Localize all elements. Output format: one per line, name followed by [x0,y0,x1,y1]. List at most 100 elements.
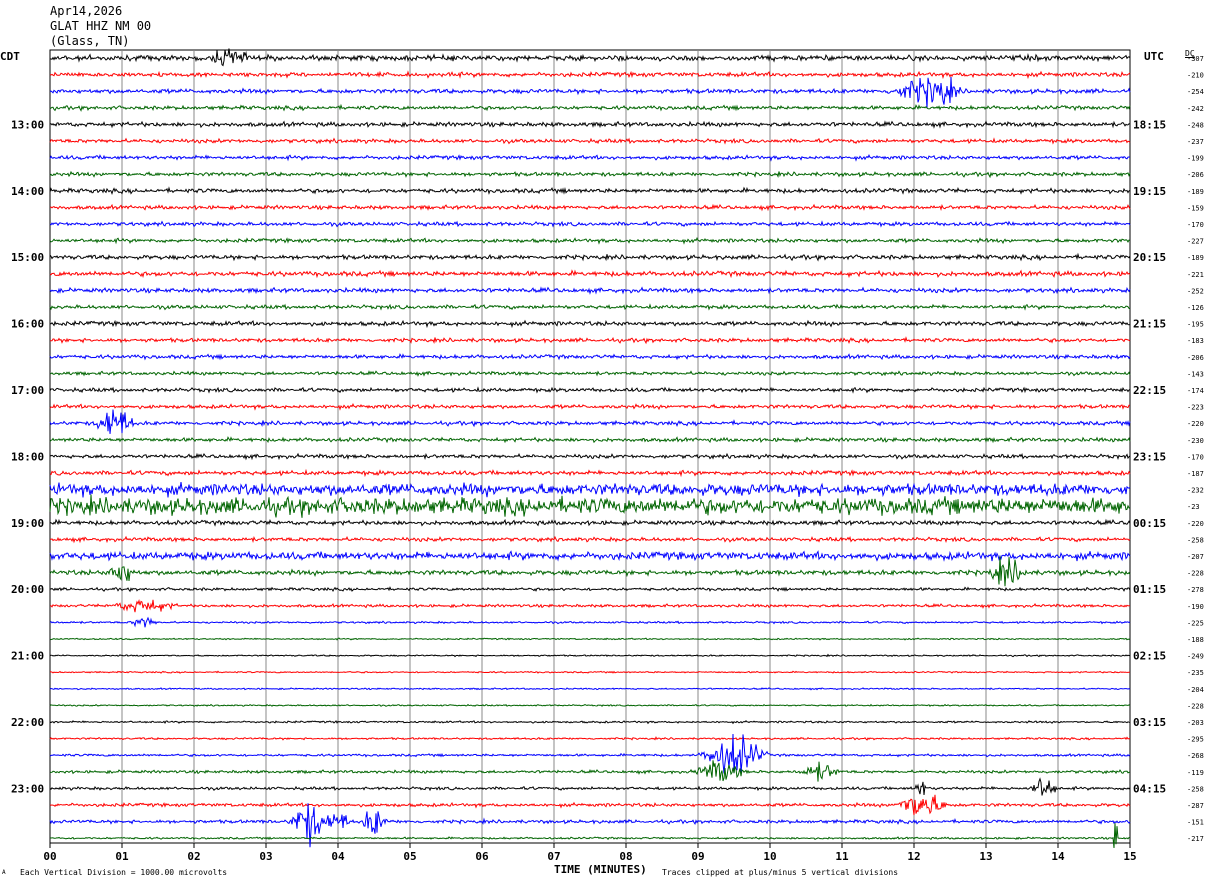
trace-line [49,777,1131,796]
dc-offset-label: -278 [1187,586,1204,594]
left-hour-label: 14:00 [11,185,44,198]
seismic-traces [49,48,1131,849]
dc-offset-label: -189 [1187,254,1204,262]
trace-line [49,48,1131,67]
dc-offset-label: -249 [1187,653,1204,661]
x-tick-label: 10 [763,850,776,863]
dc-offset-label: -187 [1187,470,1204,478]
trace-line [49,186,1131,195]
trace-line [49,653,1131,658]
dc-offset-label: -248 [1187,121,1204,129]
right-hour-label: 21:15 [1133,318,1166,331]
dc-offset-label: -174 [1187,387,1204,395]
trace-line [49,468,1131,478]
trace-line [49,733,1131,774]
dc-offset-label: -170 [1187,221,1204,229]
trace-line [49,703,1131,707]
right-hour-label: 20:15 [1133,251,1166,264]
dc-offset-label: -206 [1187,171,1204,179]
trace-line [49,220,1131,228]
left-hour-label: 17:00 [11,384,44,397]
left-hour-label: 20:00 [11,583,44,596]
dc-offset-label: -159 [1187,204,1204,212]
dc-offset-label: -232 [1187,487,1204,495]
dc-offset-label: -227 [1187,238,1204,246]
trace-line [49,803,1131,848]
x-tick-label: 00 [43,850,56,863]
dc-offset-label: -206 [1187,354,1204,362]
dc-offset-label: -225 [1187,619,1204,627]
trace-line [49,823,1131,849]
x-tick-label: 11 [835,850,849,863]
x-tick-label: 05 [403,850,416,863]
trace-line [49,687,1131,691]
dc-offset-label: -199 [1187,155,1204,163]
trace-line [49,353,1131,361]
trace-line [49,436,1131,444]
dc-offset-label: -221 [1187,271,1204,279]
dc-offset-label: -220 [1187,420,1204,428]
trace-line [49,370,1131,377]
x-tick-label: 03 [259,850,272,863]
dc-offset-label: -223 [1187,404,1204,412]
dc-offset-label: -220 [1187,520,1204,528]
dc-offset-label: -204 [1187,686,1204,694]
dc-offset-label: -126 [1187,304,1204,312]
dc-offset-label: -230 [1187,437,1204,445]
dc-offset-label: -252 [1187,287,1204,295]
dc-offset-label: -258 [1187,536,1204,544]
right-hour-label: 04:15 [1133,782,1166,795]
x-tick-label: 12 [907,850,920,863]
trace-line [49,556,1131,587]
right-hour-label: 22:15 [1133,384,1166,397]
trace-line [49,137,1131,145]
dc-offset-label: -254 [1187,88,1204,96]
trace-line [49,386,1131,394]
trace-line [49,482,1131,498]
left-hour-label: 13:00 [11,118,44,131]
dc-offset-label: -143 [1187,370,1204,378]
trace-line [49,452,1131,461]
dc-offset-label: -23 [1187,503,1200,511]
trace-line [49,76,1131,109]
dc-offset-label: -203 [1187,719,1204,727]
right-hour-label: 02:15 [1133,650,1166,663]
trace-line [49,103,1131,112]
dc-offset-label: -119 [1187,769,1204,777]
trace-line [49,153,1130,162]
dc-offset-label: -242 [1187,105,1204,113]
dc-offset-label: -287 [1187,802,1204,810]
trace-line [49,550,1131,562]
right-hour-label: 00:15 [1133,517,1166,530]
trace-line [49,518,1131,527]
left-hour-label: 19:00 [11,517,44,530]
dc-offset-label: -228 [1187,702,1204,710]
dc-offset-label: -307 [1187,55,1204,63]
left-hour-label: 23:00 [11,782,44,795]
trace-line [49,535,1131,544]
plot-frame [49,49,1131,844]
trace-line [49,670,1131,674]
scale-glyph: A [2,869,6,876]
axis-labels: 00 01 02 03 04 05 06 07 08 09 10 11 12 13 14 15 -307 -210… [11,55,1204,863]
trace-line [49,616,1131,628]
dc-offset-label: -217 [1187,835,1204,843]
dc-offset-label: -207 [1187,553,1204,561]
x-tick-label: 09 [691,850,704,863]
trace-line [49,409,1131,434]
right-hour-label: 01:15 [1133,583,1166,596]
left-hour-label: 21:00 [11,650,44,663]
x-tick-label: 04 [331,850,345,863]
dc-offset-label: -235 [1187,669,1204,677]
left-hour-label: 16:00 [11,318,44,331]
x-tick-label: 06 [475,850,489,863]
dc-offset-label: -237 [1187,138,1204,146]
x-tick-label: 02 [187,850,200,863]
trace-line [49,252,1131,262]
trace-line [49,286,1131,295]
dc-offset-label: -190 [1187,603,1204,611]
x-tick-label: 07 [547,850,560,863]
right-hour-label: 03:15 [1133,716,1166,729]
trace-line [49,319,1131,329]
trace-line [49,336,1131,345]
